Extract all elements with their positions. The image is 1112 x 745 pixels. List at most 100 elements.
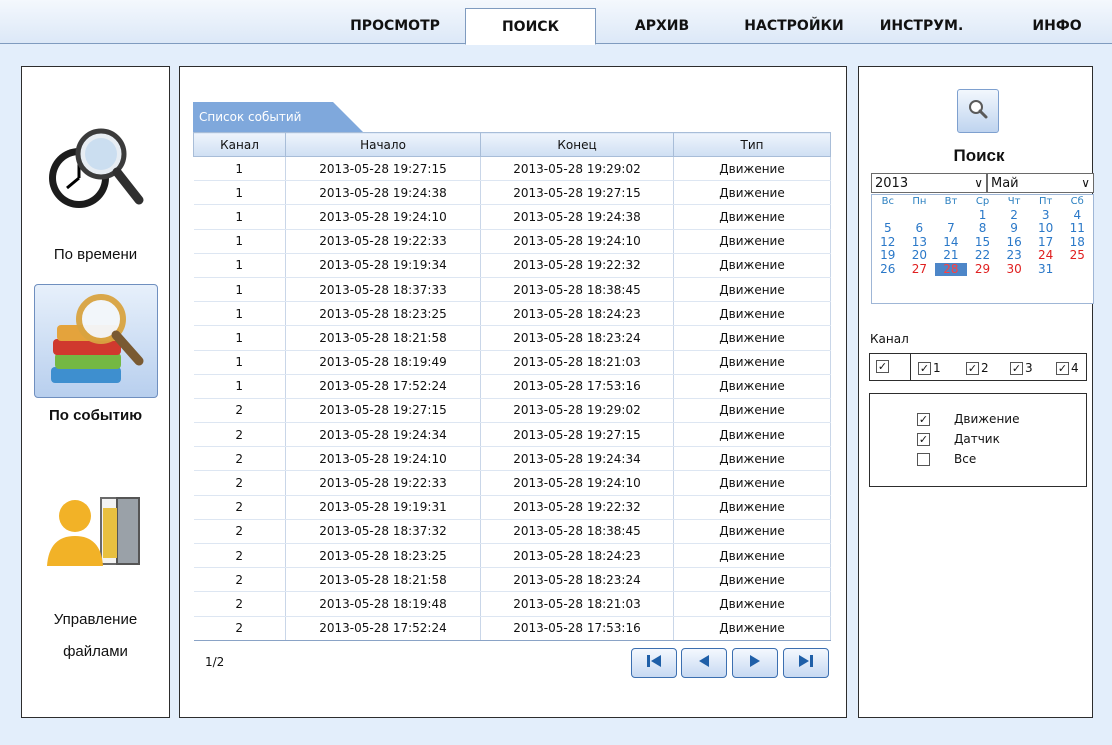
calendar-day[interactable]: 2 <box>998 208 1030 223</box>
table-row[interactable]: 1 2013-05-28 18:21:58 2013-05-28 18:23:24 Д… <box>193 325 831 351</box>
calendar-day[interactable]: 14 <box>935 235 967 250</box>
table-row[interactable]: 1 2013-05-28 18:19:49 2013-05-28 18:21:03 Д… <box>193 350 831 375</box>
type-motion-checkbox[interactable]: ✓ <box>917 412 930 426</box>
column-header-type[interactable]: Тип <box>673 132 831 157</box>
year-select[interactable]: 2013 ∨ <box>871 173 987 193</box>
table-row[interactable]: 2 2013-05-28 17:52:24 2013-05-28 17:53:16 Д… <box>193 616 831 641</box>
calendar-day[interactable]: 9 <box>998 221 1030 236</box>
calendar-day[interactable]: 21 <box>935 248 967 263</box>
channel-3-checkbox[interactable]: ✓ <box>1010 361 1023 375</box>
calendar-day[interactable]: 31 <box>1030 262 1062 277</box>
column-header-end[interactable]: Конец <box>480 132 674 157</box>
column-header-start[interactable]: Начало <box>285 132 481 157</box>
cell-channel: 1 <box>193 374 286 399</box>
calendar-day[interactable]: 8 <box>967 221 999 236</box>
calendar-day[interactable]: 11 <box>1061 221 1093 236</box>
month-select[interactable]: Май ∨ <box>987 173 1094 193</box>
calendar-day[interactable]: 30 <box>998 262 1030 277</box>
last-page-button[interactable] <box>783 648 829 678</box>
cell-start: 2013-05-28 19:27:15 <box>285 156 481 182</box>
table-row[interactable]: 1 2013-05-28 19:19:34 2013-05-28 19:22:32 Д… <box>193 253 831 278</box>
tab-search[interactable]: ПОИСК <box>465 8 596 45</box>
channel-item-4[interactable]: ✓ 4 <box>1056 361 1079 375</box>
table-row[interactable]: 1 2013-05-28 17:52:24 2013-05-28 17:53:16 Д… <box>193 374 831 399</box>
mode-by-time[interactable]: По времени <box>22 111 169 271</box>
type-item-sensor[interactable]: ✓ Датчик <box>917 432 1000 446</box>
table-row[interactable]: 1 2013-05-28 19:24:10 2013-05-28 19:24:38 Д… <box>193 204 831 230</box>
table-row[interactable]: 2 2013-05-28 19:24:34 2013-05-28 19:27:15 Д… <box>193 422 831 448</box>
tab-archive[interactable]: АРХИВ <box>608 8 716 44</box>
table-row[interactable]: 1 2013-05-28 18:23:25 2013-05-28 18:24:23 Д… <box>193 301 831 327</box>
cell-start: 2013-05-28 18:21:58 <box>285 325 481 351</box>
table-row[interactable]: 2 2013-05-28 19:27:15 2013-05-28 19:29:02 Д… <box>193 398 831 424</box>
calendar-day[interactable]: 4 <box>1061 208 1093 223</box>
calendar-day[interactable]: 19 <box>872 248 904 263</box>
cell-type: Движение <box>673 180 831 206</box>
channel-item-2[interactable]: ✓ 2 <box>966 361 989 375</box>
table-row[interactable]: 2 2013-05-28 18:19:48 2013-05-28 18:21:03 Д… <box>193 591 831 617</box>
calendar-day[interactable]: 7 <box>935 221 967 236</box>
last-page-icon <box>797 653 815 673</box>
calendar-day[interactable]: 10 <box>1030 221 1062 236</box>
tab-settings[interactable]: НАСТРОЙКИ <box>724 8 864 44</box>
channel-4-checkbox[interactable]: ✓ <box>1056 361 1069 375</box>
table-row[interactable]: 1 2013-05-28 19:27:15 2013-05-28 19:29:02 Д… <box>193 156 831 182</box>
table-row[interactable]: 2 2013-05-28 18:21:58 2013-05-28 18:23:24 Д… <box>193 567 831 593</box>
table-row[interactable]: 1 2013-05-28 19:24:38 2013-05-28 19:27:15 Д… <box>193 180 831 206</box>
channel-item-1[interactable]: ✓ 1 <box>918 361 941 375</box>
channel-item-3[interactable]: ✓ 3 <box>1010 361 1033 375</box>
type-item-all[interactable]: Все <box>917 452 976 466</box>
table-row[interactable]: 2 2013-05-28 19:24:10 2013-05-28 19:24:34 Д… <box>193 446 831 472</box>
calendar-day[interactable]: 13 <box>904 235 936 250</box>
calendar-day[interactable]: 12 <box>872 235 904 250</box>
table-row[interactable]: 2 2013-05-28 18:23:25 2013-05-28 18:24:23 Д… <box>193 543 831 569</box>
table-row[interactable]: 2 2013-05-28 18:37:32 2013-05-28 18:38:45 Д… <box>193 519 831 545</box>
event-list-tab[interactable]: Список событий <box>193 102 363 132</box>
table-row[interactable]: 1 2013-05-28 19:22:33 2013-05-28 19:24:10 Д… <box>193 229 831 254</box>
calendar-day[interactable]: 20 <box>904 248 936 263</box>
event-table: Канал Начало Конец Тип 1 2013-05-28 19:27… <box>193 132 831 641</box>
search-button[interactable] <box>957 89 999 133</box>
cell-start: 2013-05-28 18:37:32 <box>285 519 481 545</box>
calendar-day[interactable]: 22 <box>967 248 999 263</box>
type-item-motion[interactable]: ✓ Движение <box>917 412 1019 426</box>
search-title: Поиск <box>953 146 1005 165</box>
table-row[interactable]: 2 2013-05-28 19:22:33 2013-05-28 19:24:10 Д… <box>193 470 831 496</box>
calendar-day[interactable]: 16 <box>998 235 1030 250</box>
calendar-day[interactable]: 28 <box>935 262 967 276</box>
column-header-channel[interactable]: Канал <box>193 132 286 157</box>
calendar-day[interactable]: 24 <box>1030 248 1062 263</box>
calendar-day[interactable]: 23 <box>998 248 1030 263</box>
channel-1-checkbox[interactable]: ✓ <box>918 361 931 375</box>
page-indicator: 1/2 <box>205 655 225 669</box>
calendar-day[interactable]: 29 <box>967 262 999 277</box>
channel-2-checkbox[interactable]: ✓ <box>966 361 979 375</box>
tab-tools[interactable]: ИНСТРУМ. <box>864 8 979 44</box>
cell-channel: 2 <box>193 567 286 593</box>
cell-end: 2013-05-28 19:27:15 <box>480 422 674 448</box>
channel-all-checkbox[interactable]: ✓ <box>876 360 889 373</box>
type-all-checkbox[interactable] <box>917 452 930 466</box>
next-page-button[interactable] <box>732 648 778 678</box>
first-page-button[interactable] <box>631 648 677 678</box>
calendar-day[interactable]: 5 <box>872 221 904 236</box>
mode-file-management[interactable]: Управление файлами <box>22 472 169 668</box>
table-row[interactable]: 2 2013-05-28 19:19:31 2013-05-28 19:22:32 Д… <box>193 495 831 520</box>
calendar-day[interactable]: 15 <box>967 235 999 250</box>
type-sensor-checkbox[interactable]: ✓ <box>917 432 930 446</box>
calendar-day[interactable]: 3 <box>1030 208 1062 223</box>
tab-info[interactable]: ИНФО <box>1022 8 1092 44</box>
calendar-day[interactable]: 27 <box>904 262 936 277</box>
calendar-day[interactable]: 18 <box>1061 235 1093 250</box>
mode-by-event[interactable]: По событию <box>22 284 169 432</box>
calendar-day[interactable]: 6 <box>904 221 936 236</box>
cell-type: Движение <box>673 470 831 496</box>
tab-view[interactable]: ПРОСМОТР <box>330 8 460 44</box>
prev-page-button[interactable] <box>681 648 727 678</box>
table-row[interactable]: 1 2013-05-28 18:37:33 2013-05-28 18:38:45 Д… <box>193 277 831 303</box>
cell-channel: 1 <box>193 301 286 327</box>
calendar-day[interactable]: 25 <box>1061 248 1093 263</box>
calendar-day[interactable]: 17 <box>1030 235 1062 250</box>
calendar-day[interactable]: 26 <box>872 262 904 277</box>
calendar-day[interactable]: 1 <box>967 208 999 223</box>
